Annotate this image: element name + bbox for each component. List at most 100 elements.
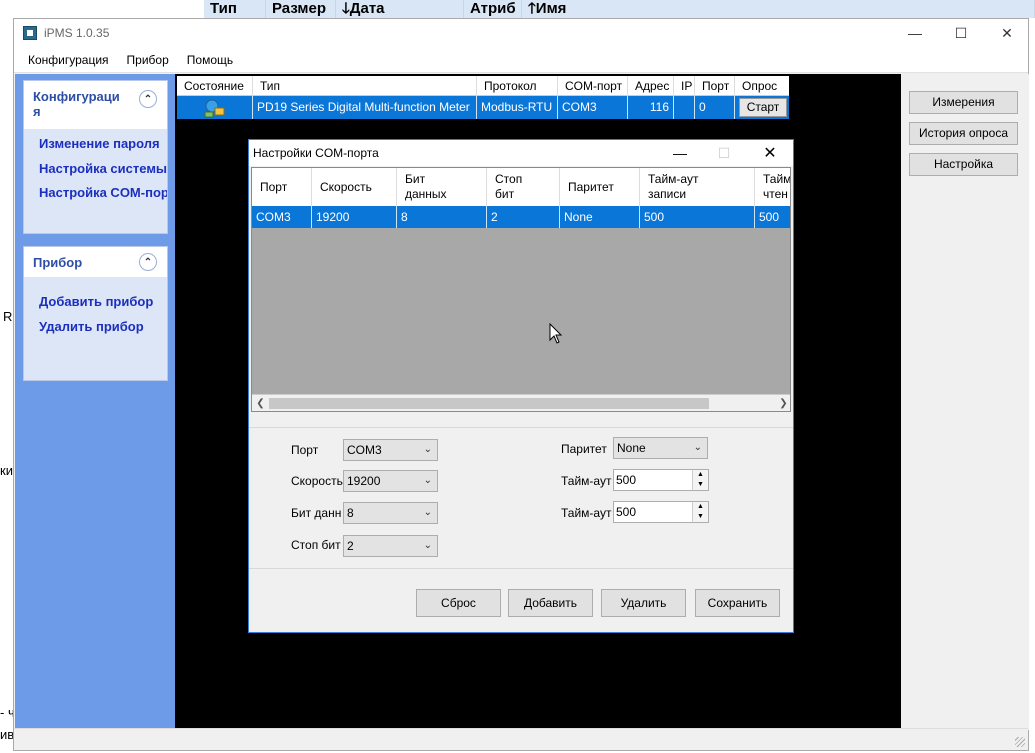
- title-bar: iPMS 1.0.35 — ☐ ✕: [14, 19, 1028, 47]
- read-timeout-value: 500: [616, 505, 637, 519]
- bg-column-size: Размер: [266, 0, 336, 18]
- link-system-settings[interactable]: Настройка системы: [24, 156, 167, 181]
- resize-grip-icon[interactable]: [1015, 737, 1025, 747]
- col-protocol[interactable]: Протокол: [477, 76, 558, 96]
- read-timeout-label: Тайм-аут: [561, 506, 612, 520]
- app-title: iPMS 1.0.35: [44, 26, 110, 40]
- device-panel: Прибор ⌃ Добавить прибор Удалить прибор: [23, 246, 168, 381]
- parity-select[interactable]: None ⌄: [613, 437, 708, 459]
- stopbits-select[interactable]: 2 ⌄: [343, 535, 438, 557]
- menu-help[interactable]: Помощь: [178, 53, 242, 67]
- dialog-title: Настройки COM-порта: [253, 146, 379, 160]
- com-cell: COM3: [558, 96, 628, 119]
- col-stopbits[interactable]: Стоп бит: [487, 168, 560, 206]
- bg-fragment: R: [3, 309, 13, 324]
- chevron-up-double-icon[interactable]: ⌃: [139, 90, 157, 108]
- measurements-button[interactable]: Измерения: [909, 91, 1018, 114]
- minimize-icon[interactable]: —: [657, 140, 703, 166]
- scroll-right-icon[interactable]: ❯: [775, 395, 790, 411]
- parity-select-value: None: [617, 441, 646, 455]
- maximize-icon[interactable]: ☐: [938, 19, 984, 47]
- scrollbar-thumb[interactable]: [269, 398, 709, 409]
- spinner-arrows-icon[interactable]: ▲ ▼: [692, 470, 708, 490]
- chevron-down-icon: ⌄: [693, 442, 702, 453]
- delete-button[interactable]: Удалить: [601, 589, 686, 617]
- network-status-icon: [204, 99, 225, 118]
- start-button[interactable]: Старт: [739, 98, 787, 117]
- write-timeout-value: 500: [616, 473, 637, 487]
- scroll-left-icon[interactable]: ❮: [252, 395, 269, 411]
- read-timeout-cell: 500: [759, 210, 780, 224]
- databits-select-value: 8: [347, 506, 354, 520]
- com-grid: Порт Скорость Бит данных Стоп бит Парите…: [251, 167, 791, 412]
- speed-select-value: 19200: [347, 474, 381, 488]
- col-databits[interactable]: Бит данных: [397, 168, 487, 206]
- device-panel-title: Прибор: [33, 255, 83, 270]
- col-speed[interactable]: Скорость: [312, 168, 397, 206]
- chevron-down-icon: ⌄: [423, 540, 432, 551]
- bg-fragment: ки: [0, 463, 13, 478]
- bg-column-name: 🡑Имя: [522, 0, 1035, 18]
- databits-select[interactable]: 8 ⌄: [343, 502, 438, 524]
- menu-bar: Конфигурация Прибор Помощь: [14, 47, 1028, 73]
- horizontal-scrollbar[interactable]: ❮ ❯: [252, 394, 790, 411]
- table-row[interactable]: PD19 Series Digital Multi-function Meter…: [177, 96, 789, 119]
- poll-history-button[interactable]: История опроса: [909, 122, 1018, 145]
- settings-button[interactable]: Настройка: [909, 153, 1018, 176]
- com-grid-header: Порт Скорость Бит данных Стоп бит Парите…: [252, 168, 790, 206]
- stopbits-label: Стоп бит: [291, 538, 341, 552]
- close-icon[interactable]: ✕: [747, 140, 793, 166]
- menu-configuration[interactable]: Конфигурация: [14, 53, 118, 67]
- link-com-settings[interactable]: Настройка COM-пор: [24, 180, 167, 205]
- col-com-port[interactable]: COM-порт: [558, 76, 628, 96]
- port-cell: 0: [695, 96, 735, 119]
- config-panel-header[interactable]: Конфигураци я ⌃: [24, 81, 167, 129]
- link-add-device[interactable]: Добавить прибор: [24, 289, 167, 314]
- port-cell: COM3: [252, 206, 312, 228]
- close-icon[interactable]: ✕: [984, 19, 1030, 47]
- device-grid-header: Состояние Тип Протокол COM-порт Адрес IP…: [177, 76, 789, 96]
- com-settings-dialog: Настройки COM-порта — ☐ ✕ Порт Скорость …: [248, 139, 794, 633]
- bg-column-type: Тип: [204, 0, 266, 18]
- col-port[interactable]: Порт: [695, 76, 735, 96]
- type-cell: PD19 Series Digital Multi-function Meter: [253, 96, 477, 119]
- parity-cell: None: [560, 206, 640, 228]
- databits-label: Бит данн: [291, 506, 342, 520]
- speed-cell: 19200: [312, 206, 397, 228]
- col-poll[interactable]: Опрос: [735, 76, 789, 96]
- col-write-timeout[interactable]: Тайм-аут записи: [640, 168, 755, 206]
- reset-button[interactable]: Сброс: [416, 589, 501, 617]
- dialog-title-bar: Настройки COM-порта — ☐ ✕: [249, 140, 793, 166]
- minimize-icon[interactable]: —: [892, 19, 938, 47]
- chevron-up-double-icon[interactable]: ⌃: [139, 253, 157, 271]
- spinner-arrows-icon[interactable]: ▲ ▼: [692, 502, 708, 522]
- write-timeout-cell: 500: [640, 206, 755, 228]
- col-ip[interactable]: IP: [674, 76, 695, 96]
- speed-label: Скорость: [291, 474, 343, 488]
- link-remove-device[interactable]: Удалить прибор: [24, 314, 167, 339]
- stopbits-select-value: 2: [347, 539, 354, 553]
- device-panel-header[interactable]: Прибор ⌃: [24, 247, 167, 277]
- col-read-timeout[interactable]: Тайм чтен: [755, 168, 790, 206]
- sidebar: Конфигураци я ⌃ Изменение пароля Настрой…: [15, 74, 176, 730]
- menu-device[interactable]: Прибор: [118, 53, 178, 67]
- col-port[interactable]: Порт: [252, 168, 312, 206]
- table-row[interactable]: COM3 19200 8 2 None 500 500: [252, 206, 790, 228]
- col-address[interactable]: Адрес: [628, 76, 674, 96]
- write-timeout-spinner[interactable]: 500 ▲ ▼: [613, 469, 709, 491]
- col-type[interactable]: Тип: [253, 76, 477, 96]
- read-timeout-spinner[interactable]: 500 ▲ ▼: [613, 501, 709, 523]
- col-status[interactable]: Состояние: [177, 76, 253, 96]
- status-cell: [177, 96, 253, 119]
- add-button[interactable]: Добавить: [508, 589, 593, 617]
- save-button[interactable]: Сохранить: [695, 589, 780, 617]
- write-timeout-label: Тайм-аут: [561, 474, 612, 488]
- chevron-down-icon: ⌄: [423, 507, 432, 518]
- col-parity[interactable]: Паритет: [560, 168, 640, 206]
- link-change-password[interactable]: Изменение пароля: [24, 131, 167, 156]
- divider: [249, 568, 793, 569]
- stopbits-cell: 2: [487, 206, 560, 228]
- speed-select[interactable]: 19200 ⌄: [343, 470, 438, 492]
- status-bar: [14, 728, 1028, 750]
- port-select[interactable]: COM3 ⌄: [343, 439, 438, 461]
